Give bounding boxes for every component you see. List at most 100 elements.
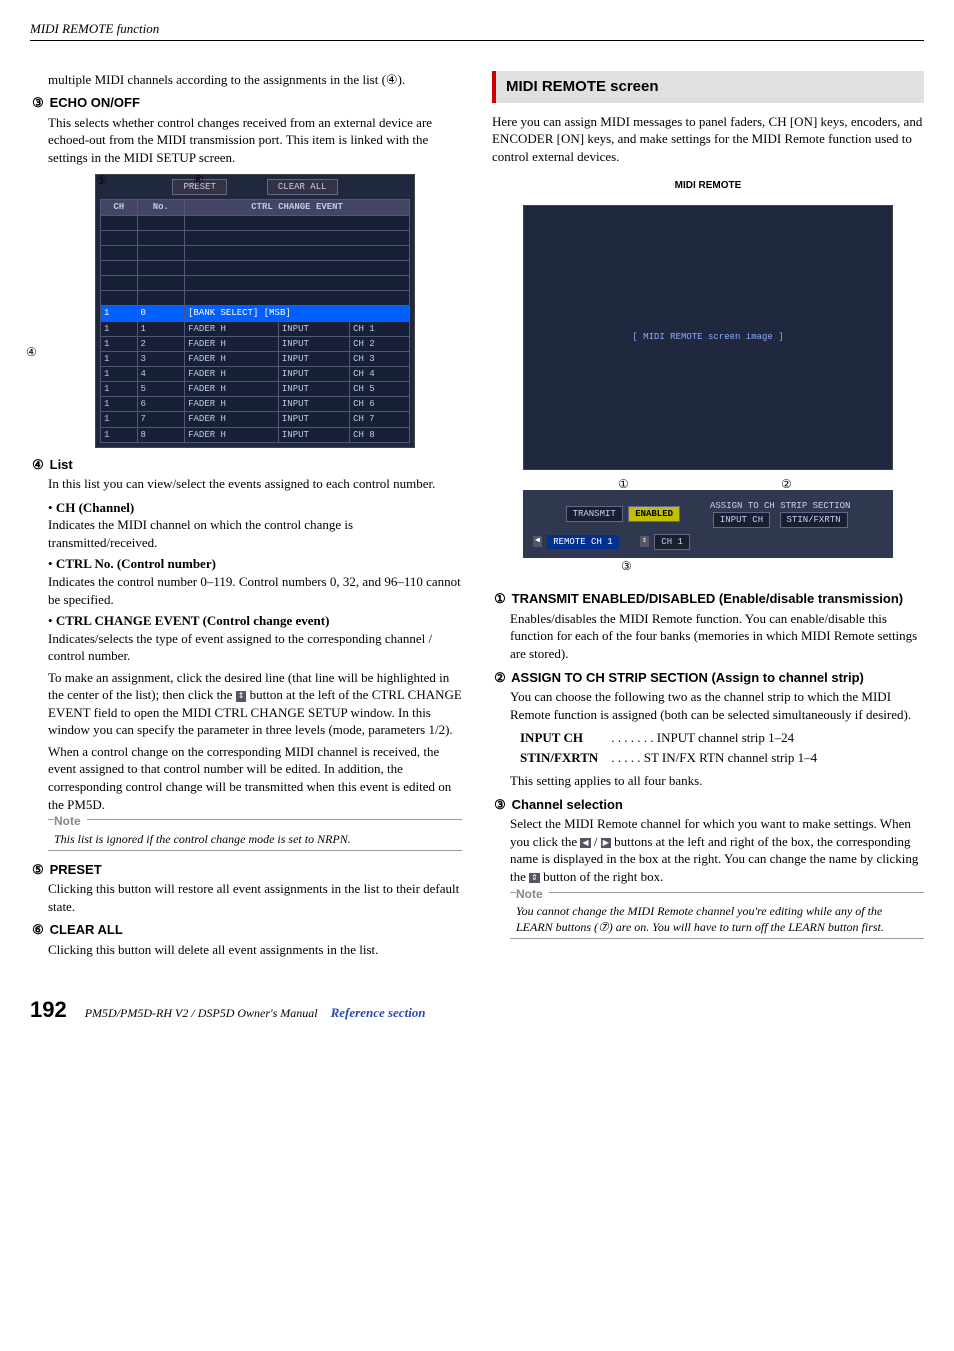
ctrlno-head: CTRL No. (Control number) bbox=[56, 556, 216, 571]
note-text: This list is ignored if the control chan… bbox=[54, 831, 456, 847]
item3-title: Channel selection bbox=[512, 797, 623, 812]
table-header-row: CH No. CTRL CHANGE EVENT bbox=[101, 200, 410, 215]
ctrl-table-figure: ⑤ ⑥ ④ PRESET CLEAR ALL CH No. CTRL CHANG… bbox=[48, 174, 462, 447]
echo-body: This selects whether control changes rec… bbox=[48, 114, 462, 167]
item1-num: ① bbox=[492, 590, 508, 608]
enabled-button[interactable]: ENABLED bbox=[628, 506, 680, 522]
ch-body: Indicates the MIDI channel on which the … bbox=[48, 517, 353, 550]
item2-num: ② bbox=[492, 669, 508, 687]
remote-ch-box[interactable]: REMOTE CH 1 bbox=[547, 535, 618, 549]
stin-fxrtn-button[interactable]: STIN/FXRTN bbox=[780, 512, 848, 528]
item3-body: Select the MIDI Remote channel for which… bbox=[510, 815, 924, 885]
note-text-2: You cannot change the MIDI Remote channe… bbox=[516, 903, 918, 935]
ctrl-change-table: CH No. CTRL CHANGE EVENT 1 0 [BANK bbox=[100, 199, 410, 442]
item2-heading: ② ASSIGN TO CH STRIP SECTION (Assign to … bbox=[492, 669, 924, 687]
table-row[interactable]: 18FADER HINPUTCH 8 bbox=[101, 427, 410, 442]
ccevt-body2: To make an assignment, click the desired… bbox=[48, 669, 462, 739]
item3-heading: ③ Channel selection bbox=[492, 796, 924, 814]
right-arrow-icon: ▶ bbox=[601, 838, 611, 849]
assign-label: ASSIGN TO CH STRIP SECTION bbox=[710, 500, 850, 512]
echo-num: ③ bbox=[30, 94, 46, 112]
clearall-num: ⑥ bbox=[30, 921, 46, 939]
table-row[interactable]: 11FADER HINPUTCH 1 bbox=[101, 321, 410, 336]
col-no: No. bbox=[137, 200, 185, 215]
bullet-ctrlno: • CTRL No. (Control number) Indicates th… bbox=[48, 555, 462, 608]
ctrlno-body: Indicates the control number 0–119. Cont… bbox=[48, 574, 461, 607]
def-input-ch: INPUT CH . . . . . . . INPUT channel str… bbox=[520, 729, 924, 747]
table-row[interactable]: 13FADER HINPUTCH 3 bbox=[101, 351, 410, 366]
echo-title: ECHO ON/OFF bbox=[50, 95, 140, 110]
note-learn: Note You cannot change the MIDI Remote c… bbox=[510, 892, 924, 940]
table-row[interactable] bbox=[101, 276, 410, 291]
callout-1: ① bbox=[618, 476, 629, 492]
list-body: In this list you can view/select the eve… bbox=[48, 475, 462, 493]
def-stin-fxrtn: STIN/FXRTN . . . . . ST IN/FX RTN channe… bbox=[520, 749, 924, 767]
bullet-ch: • CH (Channel) Indicates the MIDI channe… bbox=[48, 499, 462, 552]
spinner-icon: ⇕ bbox=[236, 691, 247, 702]
footer-section: Reference section bbox=[331, 1005, 426, 1020]
preset-heading: ⑤ PRESET bbox=[30, 861, 462, 879]
screen-intro: Here you can assign MIDI messages to pan… bbox=[492, 113, 924, 166]
remote-panel-figure: TRANSMIT ENABLED ASSIGN TO CH STRIP SECT… bbox=[523, 490, 893, 558]
echo-heading: ③ ECHO ON/OFF bbox=[30, 94, 462, 112]
callout-6: ⑥ bbox=[193, 172, 204, 188]
item1-heading: ① TRANSMIT ENABLED/DISABLED (Enable/disa… bbox=[492, 590, 924, 608]
left-arrow-icon: ◀ bbox=[580, 838, 590, 849]
callout-5: ⑤ bbox=[96, 172, 107, 188]
clearall-title: CLEAR ALL bbox=[50, 922, 123, 937]
table-row[interactable] bbox=[101, 230, 410, 245]
table-row[interactable]: 17FADER HINPUTCH 7 bbox=[101, 412, 410, 427]
table-row[interactable] bbox=[101, 291, 410, 306]
ccevt-body3: When a control change on the correspondi… bbox=[48, 743, 462, 813]
note-label: Note bbox=[54, 814, 87, 828]
ch-name-box[interactable]: CH 1 bbox=[654, 534, 690, 550]
preset-body: Clicking this button will restore all ev… bbox=[48, 880, 462, 915]
clearall-body: Clicking this button will delete all eve… bbox=[48, 941, 462, 959]
table-row[interactable] bbox=[101, 260, 410, 275]
input-ch-button[interactable]: INPUT CH bbox=[713, 512, 770, 528]
ccevt-body1: Indicates/selects the type of event assi… bbox=[48, 631, 432, 664]
list-title: List bbox=[50, 457, 73, 472]
item1-body: Enables/disables the MIDI Remote functio… bbox=[510, 610, 924, 663]
list-num: ④ bbox=[30, 456, 46, 474]
table-row[interactable]: 12FADER HINPUTCH 2 bbox=[101, 336, 410, 351]
table-row[interactable]: 15FADER HINPUTCH 5 bbox=[101, 382, 410, 397]
note-label-2: Note bbox=[516, 887, 549, 901]
item1-title: TRANSMIT ENABLED/DISABLED (Enable/disabl… bbox=[512, 591, 904, 606]
screen-title: MIDI REMOTE screen bbox=[492, 71, 924, 103]
right-column: MIDI REMOTE screen Here you can assign M… bbox=[492, 71, 924, 965]
table-row[interactable] bbox=[101, 245, 410, 260]
item2-tail: This setting applies to all four banks. bbox=[510, 772, 924, 790]
transmit-label: TRANSMIT bbox=[566, 506, 623, 522]
spinner-icon: ⇕ bbox=[529, 873, 540, 884]
table-row[interactable]: 14FADER HINPUTCH 4 bbox=[101, 366, 410, 381]
ccevt-head: CTRL CHANGE EVENT (Control change event) bbox=[56, 613, 330, 628]
list-heading: ④ List bbox=[30, 456, 462, 474]
item3-num: ③ bbox=[492, 796, 508, 814]
clear-all-button[interactable]: CLEAR ALL bbox=[267, 179, 338, 195]
table-row-selected[interactable]: 1 0 [BANK SELECT] [MSB] bbox=[101, 306, 410, 321]
preset-title: PRESET bbox=[50, 862, 102, 877]
page-footer: 192 PM5D/PM5D-RH V2 / DSP5D Owner's Manu… bbox=[30, 995, 924, 1025]
running-header: MIDI REMOTE function bbox=[30, 20, 924, 41]
left-column: multiple MIDI channels according to the … bbox=[30, 71, 462, 965]
ch-head: CH (Channel) bbox=[56, 500, 134, 515]
callout-4: ④ bbox=[26, 344, 37, 360]
callout-3: ③ bbox=[621, 558, 632, 574]
ch-prev-icon[interactable]: ◀ bbox=[533, 536, 542, 547]
note-nrpn: Note This list is ignored if the control… bbox=[48, 819, 462, 851]
callout-2: ② bbox=[781, 476, 792, 492]
bullet-ccevt: • CTRL CHANGE EVENT (Control change even… bbox=[48, 612, 462, 813]
preset-num: ⑤ bbox=[30, 861, 46, 879]
footer-manual: PM5D/PM5D-RH V2 / DSP5D Owner's Manual bbox=[85, 1006, 318, 1020]
ch-spinner-icon[interactable]: ⇕ bbox=[640, 536, 649, 547]
col-ch: CH bbox=[101, 200, 138, 215]
clearall-heading: ⑥ CLEAR ALL bbox=[30, 921, 462, 939]
header-title: MIDI REMOTE function bbox=[30, 21, 159, 36]
table-row[interactable]: 16FADER HINPUTCH 6 bbox=[101, 397, 410, 412]
col-event: CTRL CHANGE EVENT bbox=[185, 200, 410, 215]
item2-body: You can choose the following two as the … bbox=[510, 688, 924, 723]
midi-remote-screenshot: [ MIDI REMOTE screen image ] bbox=[523, 205, 893, 470]
table-row[interactable] bbox=[101, 215, 410, 230]
intro-fragment: multiple MIDI channels according to the … bbox=[48, 71, 462, 89]
